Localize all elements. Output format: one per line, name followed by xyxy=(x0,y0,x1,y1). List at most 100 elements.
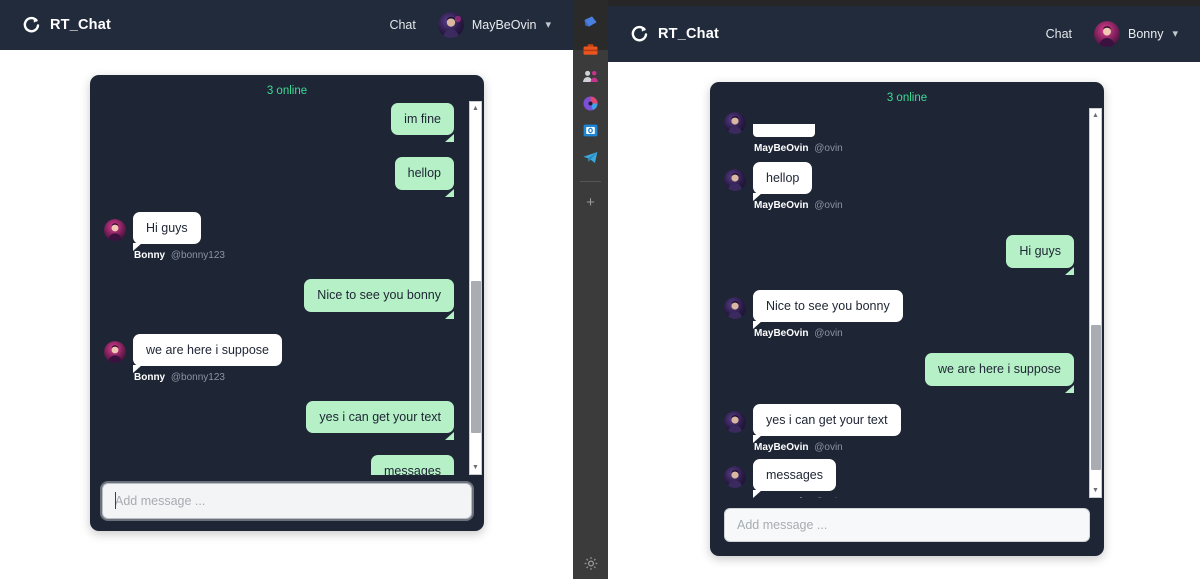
message-author: MayBeOvin xyxy=(754,441,809,453)
message-handle: @ovin xyxy=(814,441,843,453)
left-browser-window: RT_Chat Chat MayBeOvin ▾ 3 online im fin… xyxy=(0,0,573,579)
message-row: hellop xyxy=(104,157,454,190)
right-page-body: 3 online MayBeOvin @ovin hellop MayBeOvi… xyxy=(608,62,1200,579)
left-scroll-track[interactable] xyxy=(470,115,481,461)
right-user-menu[interactable]: Bonny ▾ xyxy=(1094,21,1178,47)
scroll-up-arrow-icon[interactable]: ▲ xyxy=(1089,109,1102,122)
message-author: Bonny xyxy=(134,250,166,262)
scroll-down-arrow-icon[interactable]: ▼ xyxy=(469,461,482,474)
message-author: MayBeOvin xyxy=(754,328,809,340)
left-message-region: im fine hellop Hi guys Bonny @bonny123 N… xyxy=(90,101,484,475)
telegram-panel-icon[interactable] xyxy=(581,147,601,167)
browser-side-panel-bar: + xyxy=(573,0,608,579)
message-handle: @ovin xyxy=(814,200,843,212)
left-message-list: im fine hellop Hi guys Bonny @bonny123 N… xyxy=(90,101,468,475)
message-handle: @bonny123 xyxy=(170,250,225,262)
message-meta: MayBeOvin @ovin xyxy=(724,328,903,339)
message-avatar xyxy=(724,466,746,489)
screen-root: RT_Chat Chat MayBeOvin ▾ 3 online im fin… xyxy=(0,0,1200,579)
left-scroll-thumb[interactable] xyxy=(471,281,481,434)
right-app-header: RT_Chat Chat Bonny ▾ xyxy=(608,6,1200,62)
message-author: Bonny xyxy=(134,371,166,383)
message-meta: MayBeOvin @ovin xyxy=(724,442,901,453)
left-header-right: Chat MayBeOvin ▾ xyxy=(389,12,551,38)
message-row: we are here i suppose Bonny @bonny123 xyxy=(104,333,454,383)
message-meta: MayBeOvin @ovin xyxy=(724,497,843,498)
message-bubble: we are here i suppose xyxy=(133,333,282,374)
toolbox-panel-icon[interactable] xyxy=(581,39,601,59)
left-user-avatar xyxy=(437,12,464,38)
left-online-status: 3 online xyxy=(266,85,308,97)
left-chat-card: 3 online im fine hellop Hi guys Bonny @b… xyxy=(90,75,484,531)
scroll-up-arrow-icon[interactable]: ▲ xyxy=(469,102,482,115)
message-row: MayBeOvin @ovin xyxy=(724,112,1074,154)
right-message-input[interactable] xyxy=(724,508,1090,542)
left-page-body: 3 online im fine hellop Hi guys Bonny @b… xyxy=(0,50,573,579)
message-bubble: we are here i suppose xyxy=(925,353,1074,386)
message-avatar xyxy=(724,112,746,134)
message-handle: @ovin xyxy=(814,497,843,498)
right-chat-card: 3 online MayBeOvin @ovin hellop MayBeOvi… xyxy=(710,82,1104,556)
message-row: Nice to see you bonny xyxy=(104,279,454,312)
left-brand[interactable]: RT_Chat xyxy=(22,16,111,35)
chevron-down-icon: ▾ xyxy=(545,18,551,31)
message-bubble-clipped xyxy=(753,124,815,137)
right-brand-name: RT_Chat xyxy=(658,26,720,42)
left-app-header: RT_Chat Chat MayBeOvin ▾ xyxy=(0,0,573,50)
left-user-menu[interactable]: MayBeOvin ▾ xyxy=(437,12,551,38)
left-nav-chat[interactable]: Chat xyxy=(389,18,415,32)
message-bubble: hellop xyxy=(753,162,813,202)
message-meta: Bonny @bonny123 xyxy=(104,372,282,383)
media-panel-icon[interactable] xyxy=(581,93,601,113)
message-bubble: Nice to see you bonny xyxy=(304,279,454,312)
message-handle: @ovin xyxy=(814,328,843,340)
right-brand[interactable]: RT_Chat xyxy=(630,25,719,44)
right-browser-window: RT_Chat Chat Bonny ▾ 3 online MayBeOvin … xyxy=(608,0,1200,579)
message-bubble: Hi guys xyxy=(1006,235,1074,268)
right-message-list: MayBeOvin @ovin hellop MayBeOvin @ovin H… xyxy=(710,108,1088,498)
right-header-right: Chat Bonny ▾ xyxy=(1046,21,1178,47)
left-chat-scrollbar[interactable]: ▲ ▼ xyxy=(469,101,482,475)
message-bubble: messages xyxy=(753,458,836,498)
message-handle: @bonny123 xyxy=(170,371,225,383)
right-chat-scrollbar[interactable]: ▲ ▼ xyxy=(1089,108,1102,498)
message-avatar xyxy=(104,219,126,242)
message-author: MayBeOvin xyxy=(754,497,808,498)
circle-arrow-logo-icon xyxy=(22,16,41,35)
right-scroll-thumb[interactable] xyxy=(1091,324,1101,470)
side-panel-separator xyxy=(580,181,601,182)
right-scroll-track[interactable] xyxy=(1090,122,1101,484)
right-online-status: 3 online xyxy=(886,92,928,104)
chevron-down-icon: ▾ xyxy=(1172,27,1178,40)
mail-panel-icon[interactable] xyxy=(581,120,601,140)
message-bubble: Hi guys xyxy=(133,211,201,252)
message-bubble: yes i can get your text xyxy=(306,400,454,434)
message-avatar xyxy=(724,410,746,433)
contacts-panel-icon[interactable] xyxy=(581,66,601,86)
message-meta: Bonny @bonny123 xyxy=(104,250,225,261)
left-input-wrap xyxy=(102,483,472,519)
message-row: yes i can get your text xyxy=(104,400,454,434)
right-input-wrap xyxy=(724,508,1090,542)
right-user-name: Bonny xyxy=(1128,27,1164,41)
add-panel-button[interactable]: + xyxy=(586,195,595,210)
message-avatar xyxy=(724,169,746,192)
gear-icon[interactable] xyxy=(583,556,598,571)
notes-panel-icon[interactable] xyxy=(581,12,601,32)
message-row: Hi guys Bonny @bonny123 xyxy=(104,211,454,261)
message-row: we are here i suppose xyxy=(724,353,1074,386)
message-row: hellop MayBeOvin @ovin xyxy=(724,162,1074,211)
message-avatar xyxy=(104,340,126,363)
message-row: im fine xyxy=(104,103,454,136)
left-message-input[interactable] xyxy=(102,483,472,519)
message-meta: MayBeOvin @ovin xyxy=(724,200,843,211)
message-bubble: Nice to see you bonny xyxy=(753,289,903,330)
right-nav-chat[interactable]: Chat xyxy=(1046,27,1072,41)
message-handle: @ovin xyxy=(814,143,843,154)
scroll-down-arrow-icon[interactable]: ▼ xyxy=(1089,484,1102,497)
left-user-name: MayBeOvin xyxy=(471,18,537,32)
message-row: messages xyxy=(104,455,454,475)
circle-arrow-logo-icon xyxy=(630,25,649,44)
message-author: MayBeOvin xyxy=(754,143,809,154)
message-meta: MayBeOvin @ovin xyxy=(724,143,843,154)
